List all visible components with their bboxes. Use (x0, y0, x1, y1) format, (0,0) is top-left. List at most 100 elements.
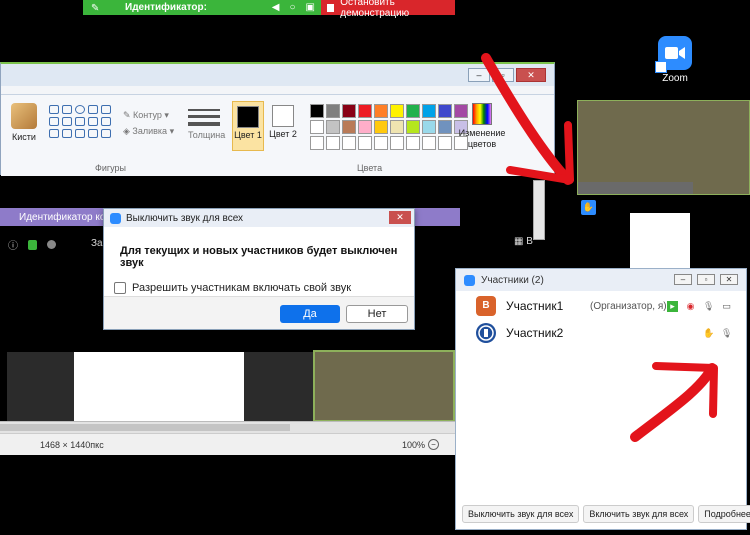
shape-arrow-left-icon[interactable] (75, 129, 85, 138)
dialog-titlebar: Выключить звук для всех ✕ (104, 209, 414, 227)
palette-swatch[interactable] (342, 136, 356, 150)
color2-selector[interactable]: Цвет 2 (267, 101, 299, 151)
stop-icon (327, 3, 335, 12)
video-camera-icon[interactable]: ▭ (721, 301, 732, 312)
paint-ribbon: Кисти ✎ Контур ▾ ◈ Заливка ▾ Фигуры Толщ… (1, 94, 554, 176)
palette-swatch[interactable] (406, 104, 420, 118)
palette-swatch[interactable] (310, 120, 324, 134)
outline-dropdown[interactable]: ✎ Контур ▾ (123, 107, 174, 123)
palette-swatch[interactable] (390, 104, 404, 118)
paint-vertical-scrollbar[interactable] (533, 180, 545, 240)
palette-swatch[interactable] (310, 104, 324, 118)
info-icon[interactable]: ⓘ (8, 237, 18, 252)
participant-row[interactable]: B Участник1 (Организатор, я) ▸ ◉ 🎙 ▭ (456, 293, 746, 319)
palette-swatch[interactable] (310, 136, 324, 150)
palette-swatch[interactable] (326, 136, 340, 150)
encryption-lock-icon[interactable] (28, 239, 37, 250)
scroll-thumb[interactable] (0, 424, 290, 431)
panel-restore-button[interactable]: ▫ (697, 274, 715, 285)
shape-arrow-down-icon[interactable] (101, 129, 111, 138)
gallery-view-icon[interactable]: ▦ B (514, 236, 533, 247)
palette-swatch[interactable] (422, 120, 436, 134)
panel-minimize-button[interactable]: – (674, 274, 692, 285)
palette-swatch[interactable] (422, 136, 436, 150)
shape-arrow-right-icon[interactable] (62, 129, 72, 138)
checkbox-box[interactable] (114, 282, 126, 294)
shape-line-icon[interactable] (49, 105, 59, 114)
microphone-icon[interactable]: 🎙 (721, 328, 732, 339)
mute-all-dialog: Выключить звук для всех ✕ Для текущих и … (103, 208, 415, 330)
allow-unmute-checkbox[interactable]: Разрешить участникам включать свой звук (114, 282, 351, 294)
palette-swatch[interactable] (374, 120, 388, 134)
brushes-tool[interactable]: Кисти (9, 103, 39, 142)
shape-hexagon-icon[interactable] (49, 129, 59, 138)
color1-label: Цвет 1 (234, 130, 262, 140)
paint-horizontal-scrollbar[interactable] (0, 421, 455, 433)
shape-rect-icon[interactable] (88, 105, 98, 114)
participant-video-tile[interactable] (577, 100, 750, 195)
palette-swatch[interactable] (358, 120, 372, 134)
color-palette[interactable] (310, 104, 468, 150)
palette-swatch[interactable] (358, 136, 372, 150)
palette-swatch[interactable] (438, 120, 452, 134)
palette-swatch[interactable] (374, 136, 388, 150)
yes-button[interactable]: Да (280, 305, 340, 323)
desktop-zoom-shortcut[interactable]: Zoom (653, 36, 697, 84)
palette-swatch[interactable] (358, 104, 372, 118)
shape-arrow-up-icon[interactable] (88, 129, 98, 138)
palette-swatch[interactable] (406, 136, 420, 150)
palette-swatch[interactable] (326, 120, 340, 134)
record-icon: ○ (289, 2, 296, 13)
color2-swatch (272, 105, 294, 127)
zoom-out-button[interactable]: − (428, 439, 439, 450)
palette-swatch[interactable] (326, 104, 340, 118)
stop-share-button[interactable]: Остановить демонстрацию (321, 0, 455, 19)
palette-swatch[interactable] (390, 136, 404, 150)
dialog-close-button[interactable]: ✕ (389, 211, 411, 224)
shape-right-triangle-icon[interactable] (75, 117, 85, 126)
palette-swatch[interactable] (342, 120, 356, 134)
panel-close-button[interactable]: ✕ (720, 274, 738, 285)
palette-swatch[interactable] (342, 104, 356, 118)
more-button[interactable]: Подробнее ⌄ (698, 505, 750, 523)
rainbow-icon (472, 103, 492, 125)
participant-row[interactable]: Участник2 ✋ 🎙 (456, 320, 746, 346)
no-button[interactable]: Нет (346, 305, 408, 323)
minimize-button[interactable]: – (468, 68, 490, 82)
close-button[interactable]: ✕ (516, 68, 546, 82)
video-green-tile[interactable] (313, 350, 455, 422)
edit-colors-button[interactable]: Изменение цветов (457, 103, 507, 150)
pencil-icon[interactable]: ✎ (91, 3, 101, 14)
palette-swatch[interactable] (438, 104, 452, 118)
shape-roundrect-icon[interactable] (101, 105, 111, 114)
palette-swatch[interactable] (438, 136, 452, 150)
palette-swatch[interactable] (422, 104, 436, 118)
raise-hand-icon: ✋ (703, 327, 715, 338)
avatar (476, 323, 496, 343)
unmute-all-button[interactable]: Включить звук для всех (583, 505, 695, 523)
maximize-button[interactable]: ▫ (492, 68, 514, 82)
brush-icon (11, 103, 37, 129)
shape-pentagon-icon[interactable] (101, 117, 111, 126)
more-label: Подробнее (704, 509, 750, 519)
thickness-tool[interactable]: Толщина (188, 105, 225, 140)
avatar: B (476, 296, 496, 316)
palette-swatch[interactable] (374, 104, 388, 118)
paint-window: – ▫ ✕ ? Кисти ✎ Контур ▾ ◈ Заливка ▾ Фиг… (0, 62, 555, 176)
mute-all-button[interactable]: Выключить звук для всех (462, 505, 580, 523)
shape-diamond-icon[interactable] (88, 117, 98, 126)
shape-polygon-icon[interactable] (49, 117, 59, 126)
shapes-gallery[interactable] (49, 105, 111, 138)
meeting-status-icons: ⓘ (8, 237, 56, 252)
palette-swatch[interactable] (406, 120, 420, 134)
lock-icon: ▣ (305, 2, 315, 13)
microphone-icon[interactable]: 🎙 (703, 301, 714, 312)
fill-dropdown[interactable]: ◈ Заливка ▾ (123, 123, 174, 139)
participants-panel: Участники (2) – ▫ ✕ B Участник1 (Организ… (455, 268, 750, 530)
shape-oval-icon[interactable] (75, 105, 85, 114)
palette-swatch[interactable] (390, 120, 404, 134)
shape-triangle-icon[interactable] (62, 117, 72, 126)
volume-icon[interactable]: ◀ (272, 2, 280, 13)
color1-selector[interactable]: Цвет 1 (232, 101, 264, 151)
shape-curve-icon[interactable] (62, 105, 72, 114)
